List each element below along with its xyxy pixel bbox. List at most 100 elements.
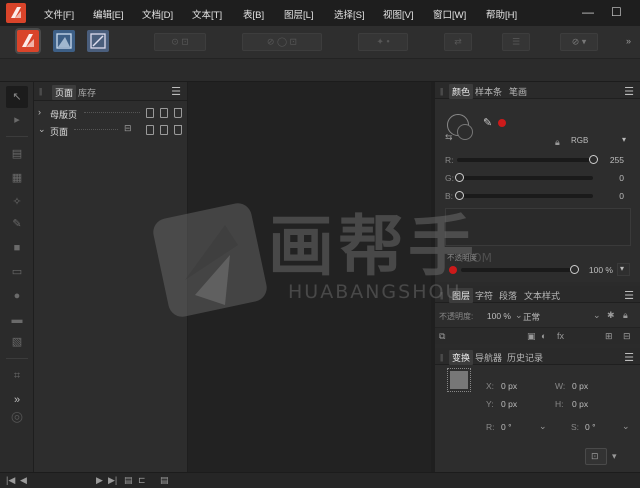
b-slider-knob[interactable] xyxy=(455,191,464,200)
y-value[interactable]: 0 px xyxy=(501,399,531,409)
blend-mode-value[interactable]: 正常 xyxy=(523,311,541,323)
delete-layer-icon[interactable]: ⊟ xyxy=(623,331,631,342)
fill-tool-icon[interactable]: ■ xyxy=(9,240,25,256)
add-page-icon[interactable] xyxy=(146,108,154,118)
opacity-slider-knob[interactable] xyxy=(570,265,579,274)
overflow-chevron-icon[interactable]: » xyxy=(626,36,631,46)
place-image-tool-icon[interactable]: ▧ xyxy=(9,334,25,350)
tab-layers[interactable]: 图层 xyxy=(449,288,474,303)
panel-menu-icon[interactable]: ☰ xyxy=(624,289,634,302)
tab-stroke[interactable]: 笔画 xyxy=(509,85,527,98)
panel-grip-icon[interactable]: || xyxy=(440,353,443,362)
pencil-tool-icon[interactable]: ✎ xyxy=(9,216,25,232)
r-slider[interactable] xyxy=(457,158,593,162)
fx-icon[interactable]: fx xyxy=(557,331,564,341)
designer-persona-icon[interactable] xyxy=(87,30,109,52)
menu-window[interactable]: 窗口[W] xyxy=(433,7,466,21)
tab-navigator[interactable]: 导航器 xyxy=(475,351,502,364)
transform-options-button[interactable]: ⊡ xyxy=(585,448,607,465)
eyedropper-icon[interactable]: ✎ xyxy=(483,116,492,129)
menu-view[interactable]: 视图[V] xyxy=(383,7,414,21)
pin-group-button[interactable]: ✦ • xyxy=(358,33,408,51)
pen-tool-icon[interactable]: ✧ xyxy=(9,194,25,210)
tab-history[interactable]: 历史记录 xyxy=(507,351,543,364)
adjustment-icon[interactable]: ◐ xyxy=(541,331,546,341)
b-slider[interactable] xyxy=(457,194,593,198)
first-page-icon[interactable]: |◀ xyxy=(6,475,15,486)
anchor-point-selector[interactable] xyxy=(447,368,471,392)
duplicate-page-icon[interactable] xyxy=(160,108,168,118)
r-rotation-value[interactable]: 0 ° xyxy=(501,422,531,432)
opacity-value[interactable]: 100 % xyxy=(581,265,613,275)
add-layer-icon[interactable]: ⊞ xyxy=(605,331,613,342)
prev-page-icon[interactable]: ◀ xyxy=(20,475,27,486)
w-value[interactable]: 0 px xyxy=(572,381,602,391)
ellipse-tool-icon[interactable]: ● xyxy=(9,288,25,304)
h-value[interactable]: 0 px xyxy=(572,399,602,409)
r-value[interactable]: 255 xyxy=(600,155,624,165)
crop-tool-icon[interactable]: ⌗ xyxy=(9,368,25,384)
tab-assets[interactable]: 库存 xyxy=(78,86,96,99)
shear-dropdown-arrow-icon[interactable]: ⌄ xyxy=(622,421,630,432)
lock-icon[interactable]: 🔒︎ xyxy=(555,137,560,148)
link-button[interactable]: ⇄ xyxy=(444,33,472,51)
s-shear-value[interactable]: 0 ° xyxy=(585,422,609,432)
picture-frame-tool-icon[interactable]: ▭ xyxy=(9,264,25,280)
layer-opacity-value[interactable]: 100 % xyxy=(477,311,511,321)
tab-transform[interactable]: 变换 xyxy=(449,350,474,365)
menu-document[interactable]: 文档[D] xyxy=(142,7,173,21)
delete-page-icon[interactable] xyxy=(174,125,182,135)
delete-page-icon[interactable] xyxy=(174,108,182,118)
add-page-icon[interactable] xyxy=(146,125,154,135)
frame-text-tool-icon[interactable]: ▤ xyxy=(9,146,25,162)
layer-stack-icon[interactable]: ⧉ xyxy=(439,331,445,342)
minimize-button[interactable]: — xyxy=(582,5,594,19)
menu-layer[interactable]: 图层[L] xyxy=(284,7,314,21)
opacity-dropdown[interactable]: ▾ xyxy=(617,263,630,276)
transform-options-arrow-icon[interactable]: ▾ xyxy=(612,451,617,462)
tab-pages[interactable]: 页面 xyxy=(52,85,77,100)
master-pages-row[interactable]: › 母版页 xyxy=(34,106,188,120)
x-value[interactable]: 0 px xyxy=(501,381,531,391)
menu-edit[interactable]: 编辑[E] xyxy=(93,7,124,21)
g-slider-knob[interactable] xyxy=(455,173,464,182)
last-page-icon[interactable]: ▶| xyxy=(108,475,117,486)
next-page-icon[interactable]: ▶ xyxy=(96,475,103,486)
view-mode-icon[interactable]: ⊏ xyxy=(138,475,146,486)
menu-select[interactable]: 选择[S] xyxy=(334,7,365,21)
menu-help[interactable]: 帮助[H] xyxy=(486,7,517,21)
tab-character[interactable]: 字符 xyxy=(475,289,493,302)
mask-icon[interactable]: ▣ xyxy=(527,331,536,342)
text-frame-button[interactable]: ☰ xyxy=(502,33,530,51)
panel-menu-icon[interactable]: ☰ xyxy=(171,85,181,98)
collapse-arrow-icon[interactable]: ⌄ xyxy=(38,124,46,135)
g-slider[interactable] xyxy=(457,176,593,180)
panel-menu-icon[interactable]: ☰ xyxy=(624,351,634,364)
tab-swatches[interactable]: 样本条 xyxy=(475,85,502,98)
opacity-slider[interactable] xyxy=(461,268,573,272)
r-slider-knob[interactable] xyxy=(589,155,598,164)
blend-dropdown-arrow-icon[interactable]: ⌄ xyxy=(593,310,601,321)
stroke-swatch[interactable] xyxy=(457,124,473,140)
menu-table[interactable]: 表[B] xyxy=(243,7,264,21)
menu-text[interactable]: 文本[T] xyxy=(192,7,222,21)
tab-color[interactable]: 颜色 xyxy=(449,84,474,99)
rotation-dropdown-arrow-icon[interactable]: ⌄ xyxy=(539,421,547,432)
expand-arrow-icon[interactable]: › xyxy=(38,107,41,117)
panel-grip-icon[interactable]: || xyxy=(440,291,443,300)
publisher-persona-icon[interactable] xyxy=(17,30,39,52)
table-tool-icon[interactable]: ▦ xyxy=(9,170,25,186)
lock-icon[interactable]: 🔒︎ xyxy=(623,310,628,321)
g-value[interactable]: 0 xyxy=(600,173,624,183)
document-canvas[interactable] xyxy=(188,82,431,472)
tab-paragraph[interactable]: 段落 xyxy=(499,289,517,302)
color-model-dropdown[interactable]: RGB ▾ xyxy=(568,135,628,147)
page-settings-icon[interactable]: ▤ xyxy=(124,475,133,486)
color-wheel-icon[interactable]: ◎ xyxy=(6,408,28,438)
more-tools-chevron-icon[interactable]: » xyxy=(9,392,25,408)
panel-grip-icon[interactable]: || xyxy=(440,87,443,96)
page-list-icon[interactable]: ▤ xyxy=(160,475,169,486)
align-group-button[interactable]: ⊘ ◯ ⊡ xyxy=(242,33,322,51)
move-tool-icon[interactable]: ↖ xyxy=(6,86,28,108)
gear-icon[interactable]: ✱ xyxy=(607,310,615,321)
